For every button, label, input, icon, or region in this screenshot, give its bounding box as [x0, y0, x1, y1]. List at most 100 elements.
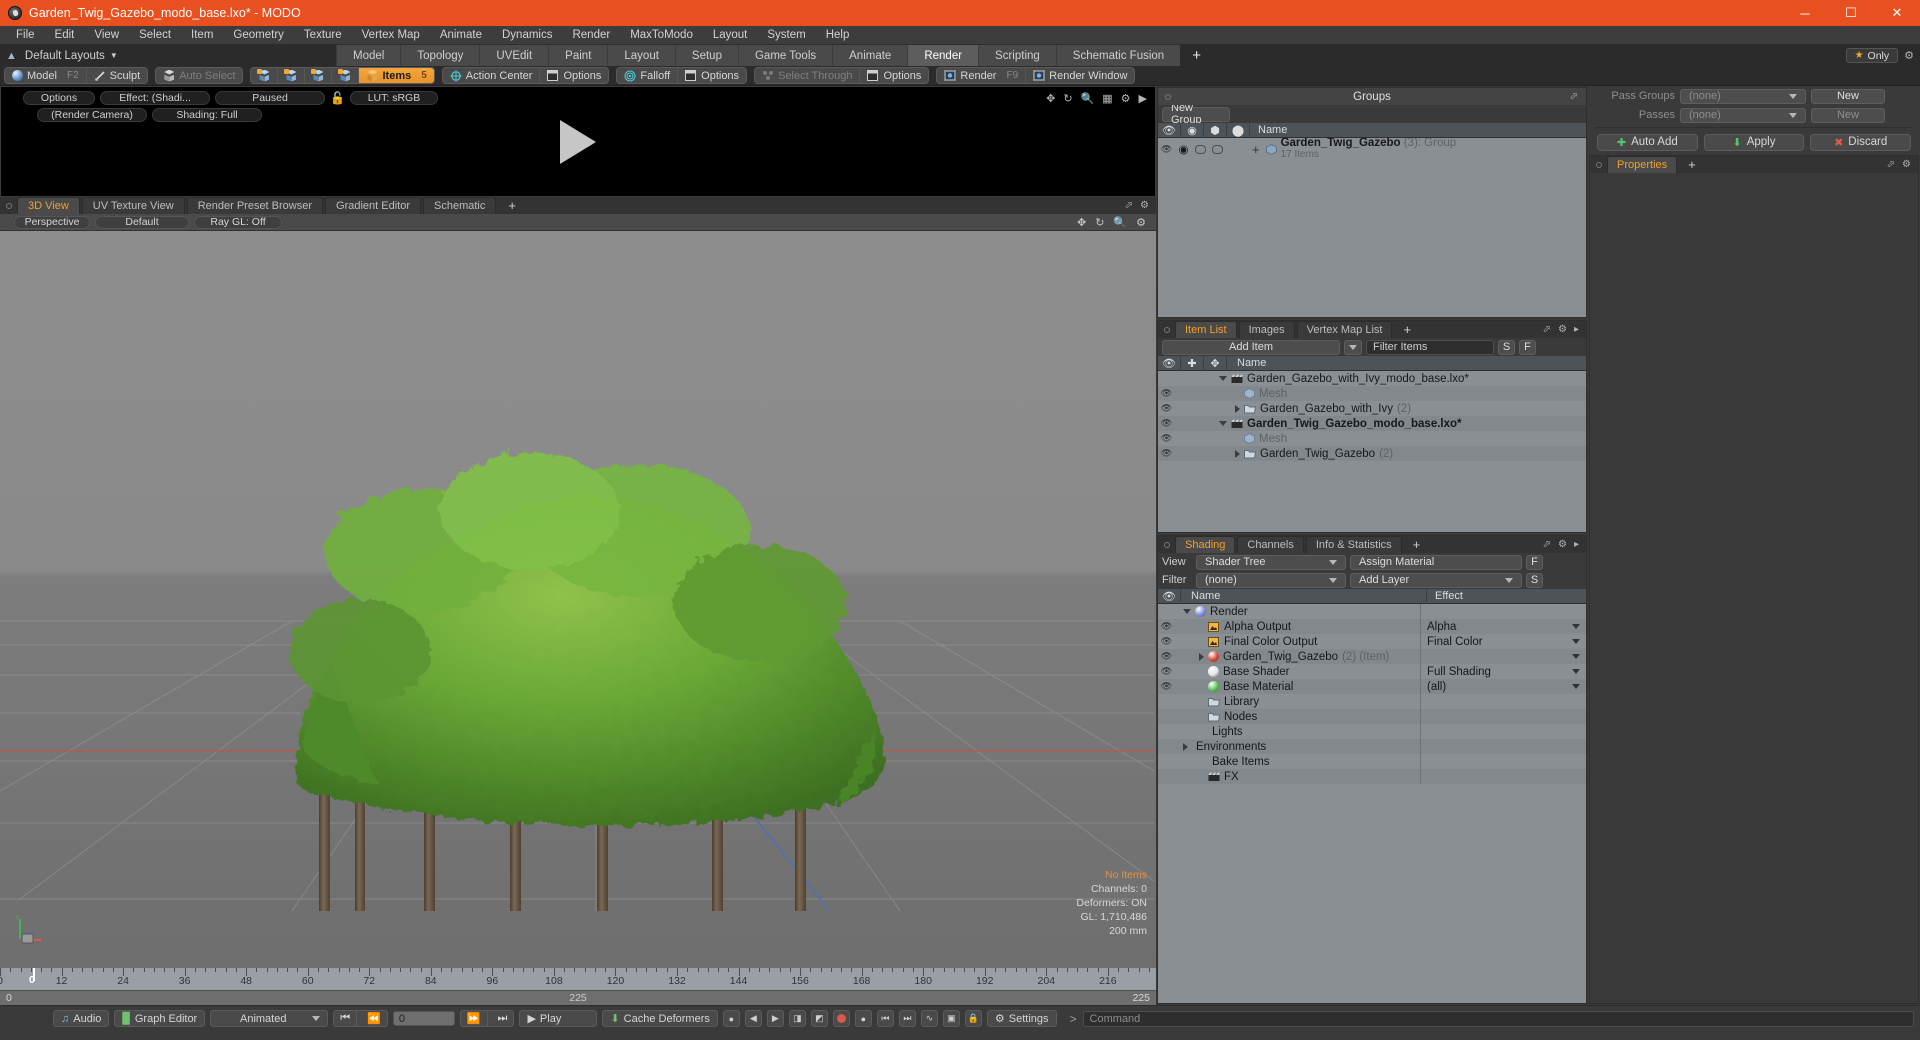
eye-icon[interactable]: 👁 [1158, 418, 1175, 429]
key-prev-icon[interactable]: ◀ [744, 1010, 762, 1027]
chevron-down-icon[interactable] [1572, 654, 1580, 659]
shader-effect-cell[interactable]: Full Shading [1421, 664, 1586, 679]
shading-tab-shading[interactable]: Shading [1175, 536, 1236, 553]
assign-material-button[interactable]: Assign Material [1350, 554, 1522, 570]
toolbar-button-falloff[interactable]: Falloff [617, 68, 679, 83]
layout-tab-animate[interactable]: Animate [832, 45, 908, 66]
eye-icon[interactable]: 👁 [1158, 388, 1175, 399]
gear-icon[interactable]: ⚙ [1902, 159, 1911, 170]
shader-tree-body[interactable]: Render 👁 Alpha Output Alpha 👁 Final Color Out… [1158, 604, 1586, 1003]
menu-item-layout[interactable]: Layout [703, 26, 758, 45]
render-lut-button[interactable]: LUT: sRGB [349, 91, 438, 105]
shader-tree-row[interactable]: 👁 Final Color Output Final Color [1158, 634, 1586, 649]
eye-icon[interactable]: 👁 [1158, 651, 1175, 662]
shader-tree-row[interactable]: 👁 Base Material (all) [1158, 679, 1586, 694]
zoom-icon[interactable]: 🔍 [1113, 216, 1127, 229]
panel-dot-icon[interactable] [6, 202, 12, 209]
panel-dot-icon[interactable] [1164, 541, 1170, 548]
tab-properties[interactable]: Properties [1607, 156, 1678, 173]
view-select[interactable]: Shader Tree [1196, 554, 1346, 570]
gear-icon[interactable]: ⚙ [1558, 539, 1567, 550]
shader-tree-row[interactable]: Render [1158, 604, 1586, 619]
chevron-down-icon[interactable] [1572, 639, 1580, 644]
chevron-down-icon[interactable] [1183, 609, 1191, 614]
cache-deformers-button[interactable]: ⬇ Cache Deformers [602, 1010, 718, 1027]
eye-icon[interactable]: 👁 [1158, 448, 1175, 459]
menu-item-system[interactable]: System [757, 26, 815, 45]
play-icon[interactable] [560, 119, 596, 164]
filter-items-input[interactable]: Filter Items [1366, 339, 1494, 355]
animated-select[interactable]: Animated [210, 1010, 329, 1027]
toolbar-button-material-select[interactable] [332, 68, 360, 83]
panel-dot-icon[interactable] [1596, 161, 1602, 168]
gear-icon[interactable]: ⚙ [1136, 216, 1146, 229]
expand-icon[interactable]: ⬀ [1887, 159, 1895, 170]
shading-tab-channels[interactable]: Channels [1237, 536, 1304, 553]
eye-icon[interactable]: 👁 [1158, 144, 1175, 155]
chevron-right-icon[interactable] [1235, 404, 1240, 413]
passes-select[interactable]: (none) [1680, 107, 1806, 123]
item-list-row[interactable]: 👁 Garden_Twig_Gazebo_modo_base.lxo* [1158, 416, 1586, 431]
shader-effect-cell[interactable] [1421, 649, 1586, 664]
menu-item-texture[interactable]: Texture [294, 26, 352, 45]
key-left-icon[interactable]: ◨ [788, 1010, 806, 1027]
toolbar-button-model[interactable]: Model F2 [5, 68, 87, 83]
wire-icon[interactable]: ⬢ [1204, 122, 1227, 138]
add-properties-tab-button[interactable]: + [1679, 156, 1705, 173]
snap-icon[interactable]: ▣ [942, 1010, 960, 1027]
toolbar-button-vertex-select[interactable] [251, 68, 279, 83]
viewport-raygl-button[interactable]: Ray GL: Off [194, 215, 282, 229]
shader-tree-row[interactable]: Lights [1158, 724, 1586, 739]
item-tab-item-list[interactable]: Item List [1175, 321, 1237, 338]
filter-f-button[interactable]: F [1519, 339, 1536, 355]
menu-item-render[interactable]: Render [562, 26, 620, 45]
close-button[interactable]: ✕ [1874, 0, 1920, 26]
key-next-icon[interactable]: ▶ [766, 1010, 784, 1027]
add-item-dropdown-button[interactable] [1344, 339, 1362, 355]
eye-icon[interactable]: 👁 [1158, 621, 1175, 632]
play-button[interactable]: ▶ Play [519, 1010, 598, 1027]
zoom-icon[interactable]: 🔍 [1081, 92, 1095, 105]
add-item-button[interactable]: Add Item [1162, 339, 1340, 355]
curve-icon[interactable]: ∿ [920, 1010, 938, 1027]
add-icon[interactable]: ✚ [1181, 355, 1204, 371]
layout-tab-schematic-fusion[interactable]: Schematic Fusion [1055, 45, 1181, 66]
viewport-tab-3d-view[interactable]: 3D View [17, 197, 80, 214]
home-icon[interactable]: ▲ [6, 50, 17, 62]
menu-item-file[interactable]: File [6, 26, 45, 45]
shader-tree-row[interactable]: 👁 Garden_Twig_Gazebo (2) (Item) [1158, 649, 1586, 664]
shading-tab-info---statistics[interactable]: Info & Statistics [1305, 536, 1402, 553]
eye-icon[interactable]: 👁 [1158, 588, 1181, 604]
expand-icon[interactable]: ⬀ [1543, 324, 1551, 335]
toolbar-button-select-through[interactable]: Select Through [755, 68, 861, 83]
eye-icon[interactable]: 👁 [1158, 355, 1181, 371]
viewport-3d[interactable]: Z [0, 231, 1156, 968]
render-options-button[interactable]: Options [23, 91, 95, 105]
layout-tab-paint[interactable]: Paint [548, 45, 608, 66]
layout-tab-game-tools[interactable]: Game Tools [737, 45, 833, 66]
eye-icon[interactable]: 👁 [1158, 433, 1175, 444]
toolbar-button-edge-select[interactable] [278, 68, 306, 83]
layout-tab-layout[interactable]: Layout [607, 45, 675, 66]
audio-button[interactable]: ♫ Audio [53, 1010, 110, 1027]
settings-button[interactable]: ⚙ Settings [986, 1010, 1057, 1027]
discard-button[interactable]: ✖ Discard [1810, 133, 1912, 151]
panel-dot-icon[interactable] [1164, 326, 1170, 333]
wire-toggle[interactable] [1192, 144, 1209, 154]
add-viewport-tab-button[interactable]: + [498, 197, 526, 214]
chevron-down-icon[interactable] [1572, 669, 1580, 674]
layout-tab-setup[interactable]: Setup [674, 45, 738, 66]
toolbar-button-options[interactable]: Options [540, 68, 608, 83]
item-list-table-body[interactable]: Garden_Gazebo_with_Ivy_modo_base.lxo* 👁 Me… [1158, 371, 1586, 532]
keyframe-add-icon[interactable]: ● [854, 1010, 872, 1027]
keyframe-icon[interactable] [832, 1010, 850, 1027]
item-list-row[interactable]: 👁 Garden_Gazebo_with_Ivy (2) [1158, 401, 1586, 416]
groups-table-body[interactable]: 👁 ◉ + Garden_Twig_Gazebo (3): Group 17 Items [1158, 138, 1586, 317]
chevron-right-icon[interactable]: ▸ [1574, 539, 1579, 550]
menu-item-edit[interactable]: Edit [45, 26, 85, 45]
grid-icon[interactable]: ▦ [1102, 92, 1112, 105]
menu-item-vertex-map[interactable]: Vertex Map [352, 26, 430, 45]
viewport-style-button[interactable]: Default [95, 215, 189, 229]
shader-tree-row[interactable]: FX [1158, 769, 1586, 784]
expand-icon[interactable]: ⬀ [1570, 91, 1578, 102]
